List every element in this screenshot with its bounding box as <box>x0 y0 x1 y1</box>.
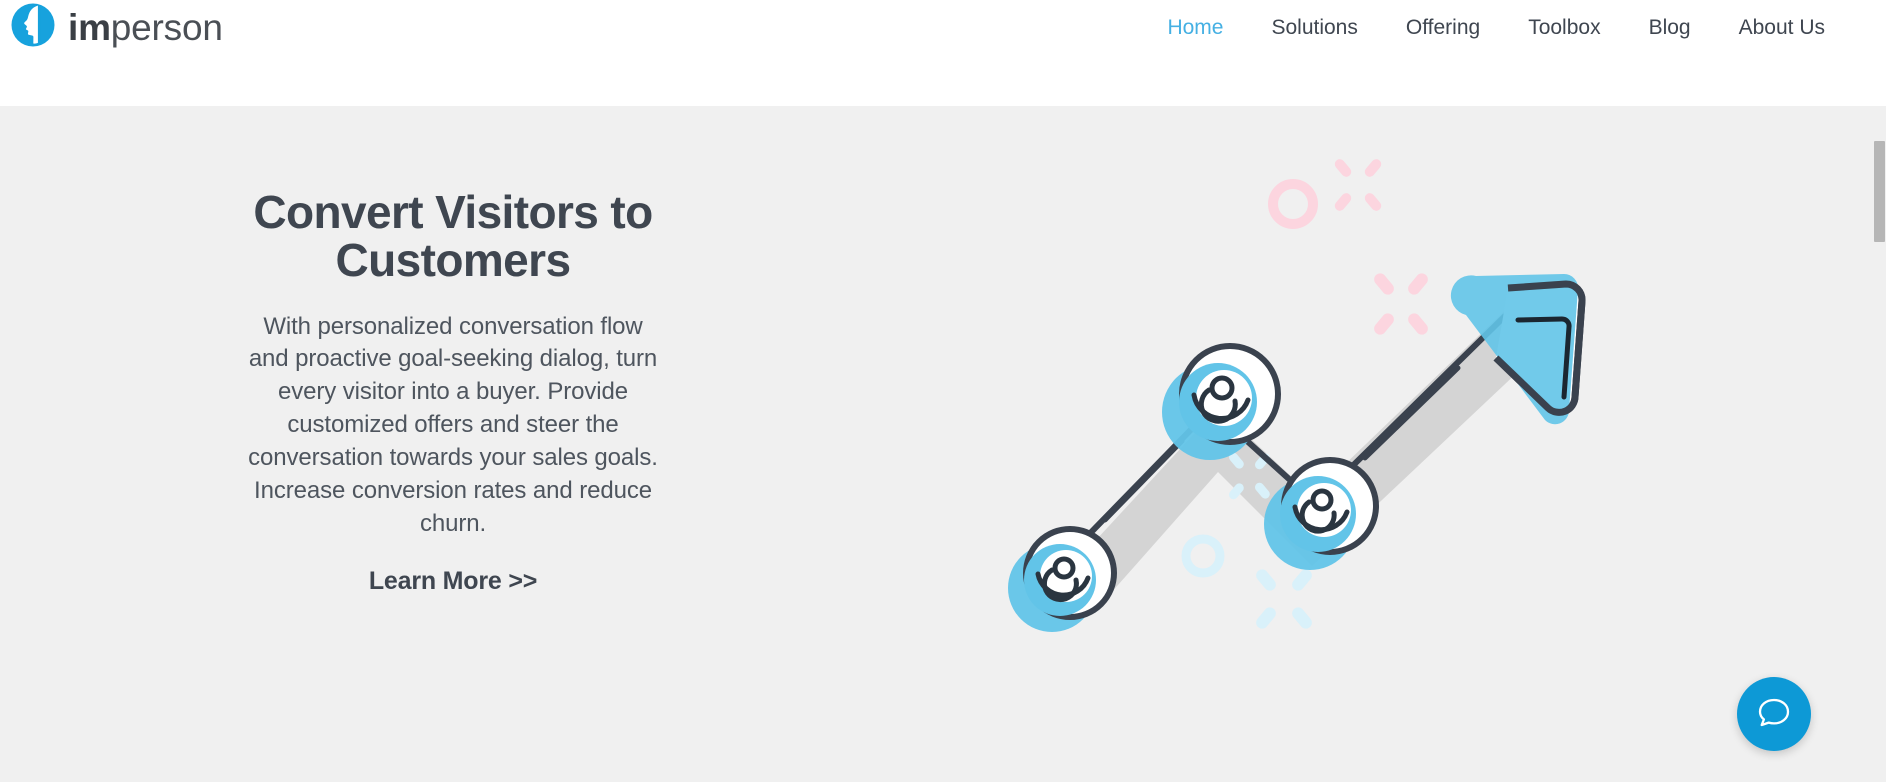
brand-name-light: person <box>110 7 223 48</box>
chart-node-2 <box>1162 343 1281 460</box>
learn-more-link[interactable]: Learn More >> <box>369 567 538 596</box>
brand-wordmark: imperson <box>68 9 223 46</box>
chart-node-1 <box>1008 526 1117 632</box>
brand-name-bold: im <box>68 7 111 48</box>
nav-item-offering[interactable]: Offering <box>1382 11 1504 44</box>
nav-item-home[interactable]: Home <box>1143 11 1247 44</box>
nav-item-blog[interactable]: Blog <box>1625 11 1715 44</box>
hero-description: With personalized conversation flow and … <box>248 312 658 537</box>
nav-item-solutions[interactable]: Solutions <box>1247 11 1381 44</box>
page-root: imperson Home Solutions Offering Toolbox… <box>0 0 1886 782</box>
nav-item-toolbox[interactable]: Toolbox <box>1504 11 1624 44</box>
hero-copy-block: Convert Visitors to Customers With perso… <box>243 188 663 596</box>
person-profile-circle-icon <box>10 2 56 53</box>
chat-launcher-button[interactable] <box>1737 677 1811 751</box>
growth-chart-arrow-illustration <box>960 136 1600 676</box>
page-title: Convert Visitors to Customers <box>253 186 653 287</box>
site-header: imperson Home Solutions Offering Toolbox… <box>0 0 1869 106</box>
brand-logo-link[interactable]: imperson <box>0 0 223 53</box>
scrollbar-track[interactable] <box>1869 0 1886 782</box>
nav-item-about-us[interactable]: About Us <box>1715 11 1849 44</box>
scrollbar-thumb[interactable] <box>1874 141 1885 242</box>
sparkles-pink <box>1268 159 1428 335</box>
chat-bubble-icon <box>1754 693 1794 736</box>
scrollbar-header-cap <box>1869 0 1886 106</box>
hero-section: Convert Visitors to Customers With perso… <box>0 106 1869 782</box>
main-navigation: Home Solutions Offering Toolbox Blog Abo… <box>1143 0 1869 44</box>
